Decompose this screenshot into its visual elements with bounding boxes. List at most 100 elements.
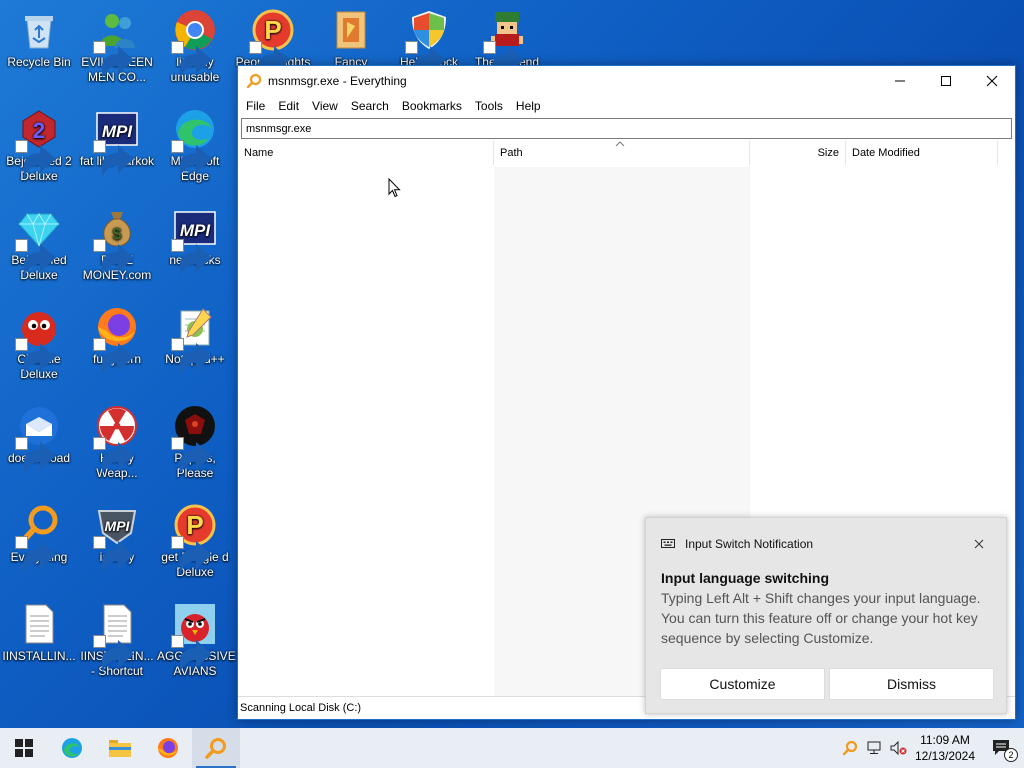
column-name[interactable]: Name [238, 141, 494, 165]
desktop-icon-iinstallin[interactable]: IINSTALLIN... [1, 602, 77, 664]
peggle-icon: P [249, 8, 295, 78]
mpi-icon: MPI [93, 107, 139, 177]
notification-header: Input Switch Notification [685, 537, 814, 551]
bejeweled2-icon: 2 [15, 107, 61, 177]
desktop-icon-chuzzle-deluxe[interactable]: Chuzzle Deluxe [1, 305, 77, 382]
desktop-icon-bejeweled-2-deluxe[interactable]: 2Bejeweled 2 Deluxe [1, 107, 77, 184]
svg-text:P: P [264, 15, 281, 45]
desktop-icon-nephacks[interactable]: MPInephacks [157, 206, 233, 276]
peggle-icon: P [171, 503, 217, 573]
system-tray: 11:09 AM 12/13/2024 2 [838, 728, 1024, 768]
shortcut-arrow-icon [15, 239, 56, 276]
desktop-icon-is-very[interactable]: MPIis very [79, 503, 155, 573]
radiation-icon [93, 404, 139, 474]
search-input[interactable] [241, 118, 1012, 139]
shortcut-arrow-icon [15, 437, 56, 474]
desktop-icon-recycle-bin[interactable]: Recycle Bin [1, 8, 77, 70]
menu-tools[interactable]: Tools [475, 99, 503, 113]
shortcut-arrow-icon [171, 41, 212, 78]
title-bar[interactable]: msnmsgr.exe - Everything [238, 66, 1015, 96]
shortcut-arrow-icon [171, 536, 212, 573]
svg-text:MPI: MPI [180, 221, 212, 240]
input-switch-notification: Input Switch Notification Input language… [645, 517, 1007, 714]
folder-icon [109, 740, 131, 757]
start-button[interactable] [0, 728, 48, 768]
shortcut-arrow-icon [93, 41, 134, 78]
shield-icon [405, 8, 451, 78]
desktop-icon-literally-unusable[interactable]: literally unusable [157, 8, 233, 85]
desktop-icon-bejeweled-deluxe[interactable]: Bejeweled Deluxe [1, 206, 77, 283]
column-header: Name Path Size Date Modified [238, 141, 1015, 165]
clock-date: 12/13/2024 [914, 749, 976, 763]
desktop-icon-notepad[interactable]: Notepad++ [157, 305, 233, 375]
shortcut-arrow-icon [15, 140, 56, 177]
column-date-modified[interactable]: Date Modified [846, 141, 998, 165]
desktop-icon-fat-like-darkok[interactable]: MPIfat like darkok [79, 107, 155, 177]
taskbar: 11:09 AM 12/13/2024 2 [0, 728, 1024, 768]
desktop-icon-get-peggle-d-deluxe[interactable]: Pget Peggle d Deluxe [157, 503, 233, 580]
windows-logo-icon [15, 739, 33, 757]
customize-button[interactable]: Customize [660, 668, 825, 700]
desktop-icon-furryporn[interactable]: furryporn [79, 305, 155, 375]
desktop-icon-iinstallin-shortcut[interactable]: IINSTALLIN... - Shortcut [79, 602, 155, 679]
close-notification-button[interactable] [962, 527, 996, 561]
column-path[interactable]: Path [494, 141, 750, 165]
clock[interactable]: 11:09 AM 12/13/2024 [910, 732, 980, 764]
network-icon[interactable] [862, 728, 886, 768]
svg-text:MPI: MPI [105, 518, 131, 534]
close-icon [974, 539, 984, 549]
chuzzle-icon [15, 305, 61, 375]
dismiss-button[interactable]: Dismiss [829, 668, 994, 700]
desktop-icon-people-nights[interactable]: P People Nights [235, 8, 311, 78]
chrome-icon [171, 8, 217, 78]
close-button[interactable] [969, 66, 1015, 96]
everything-icon [15, 503, 61, 573]
desktop-icon-papers-please[interactable]: Papers, Please [157, 404, 233, 481]
taskbar-file-explorer-button[interactable] [96, 728, 144, 768]
menu-bar: File Edit View Search Bookmarks Tools He… [238, 96, 1015, 116]
desktop-icon-evil-green-men-co[interactable]: EVIL GREEN MEN CO... [79, 8, 155, 85]
clock-time: 11:09 AM [920, 733, 970, 747]
desktop-icon-the-legend[interactable]: The Legend [469, 8, 545, 78]
menu-help[interactable]: Help [516, 99, 541, 113]
shortcut-arrow-icon [171, 437, 212, 474]
desktop-icon-microsoft-edge[interactable]: Microsoft Edge [157, 107, 233, 184]
shortcut-arrow-icon [249, 41, 290, 78]
menu-bookmarks[interactable]: Bookmarks [402, 99, 462, 113]
volume-muted-icon[interactable] [886, 728, 910, 768]
desktop-icon-aggressive-avians[interactable]: AGGRESSIVE AVIANS [157, 602, 236, 679]
shortcut-arrow-icon [405, 41, 446, 78]
papers-please-icon [171, 404, 217, 474]
shortcut-arrow-icon [483, 41, 524, 78]
recycle-bin-icon [17, 8, 61, 52]
menu-view[interactable]: View [312, 99, 338, 113]
desktop-icon-everything[interactable]: Everything [1, 503, 77, 573]
shortcut-arrow-icon [15, 338, 56, 375]
menu-file[interactable]: File [246, 99, 265, 113]
desktop-icon-fancy[interactable]: Fancy [313, 8, 389, 70]
desktop-icon-hello-dock[interactable]: Hello Dock [391, 8, 467, 78]
folder-icon [329, 8, 373, 52]
status-text: Scanning Local Disk (C:) [240, 702, 362, 714]
mpi-icon: MPI [171, 206, 217, 276]
sort-arrow-icon [615, 139, 625, 151]
shortcut-arrow-icon [93, 635, 134, 672]
window-title: msnmsgr.exe - Everything [268, 74, 407, 88]
column-size[interactable]: Size [750, 141, 846, 165]
taskbar-everything-button[interactable] [192, 728, 240, 768]
menu-search[interactable]: Search [351, 99, 389, 113]
tray-everything-icon[interactable] [838, 728, 862, 768]
keyboard-icon [661, 537, 675, 552]
maximize-button[interactable] [923, 66, 969, 96]
desktop-icon-doesnt-load[interactable]: doesnt load [1, 404, 77, 474]
money-bag-icon: $ [93, 206, 139, 276]
minimize-button[interactable] [877, 66, 923, 96]
desktop-icon-free-money-com[interactable]: $FREE MONEY.com [79, 206, 155, 283]
action-center-button[interactable]: 2 [980, 728, 1024, 768]
menu-edit[interactable]: Edit [278, 99, 299, 113]
taskbar-edge-button[interactable] [48, 728, 96, 768]
pixel-character-icon [483, 8, 529, 78]
taskbar-firefox-button[interactable] [144, 728, 192, 768]
desktop-icon-heavy-weap[interactable]: Heavy Weap... [79, 404, 155, 481]
edge-icon [62, 738, 82, 758]
